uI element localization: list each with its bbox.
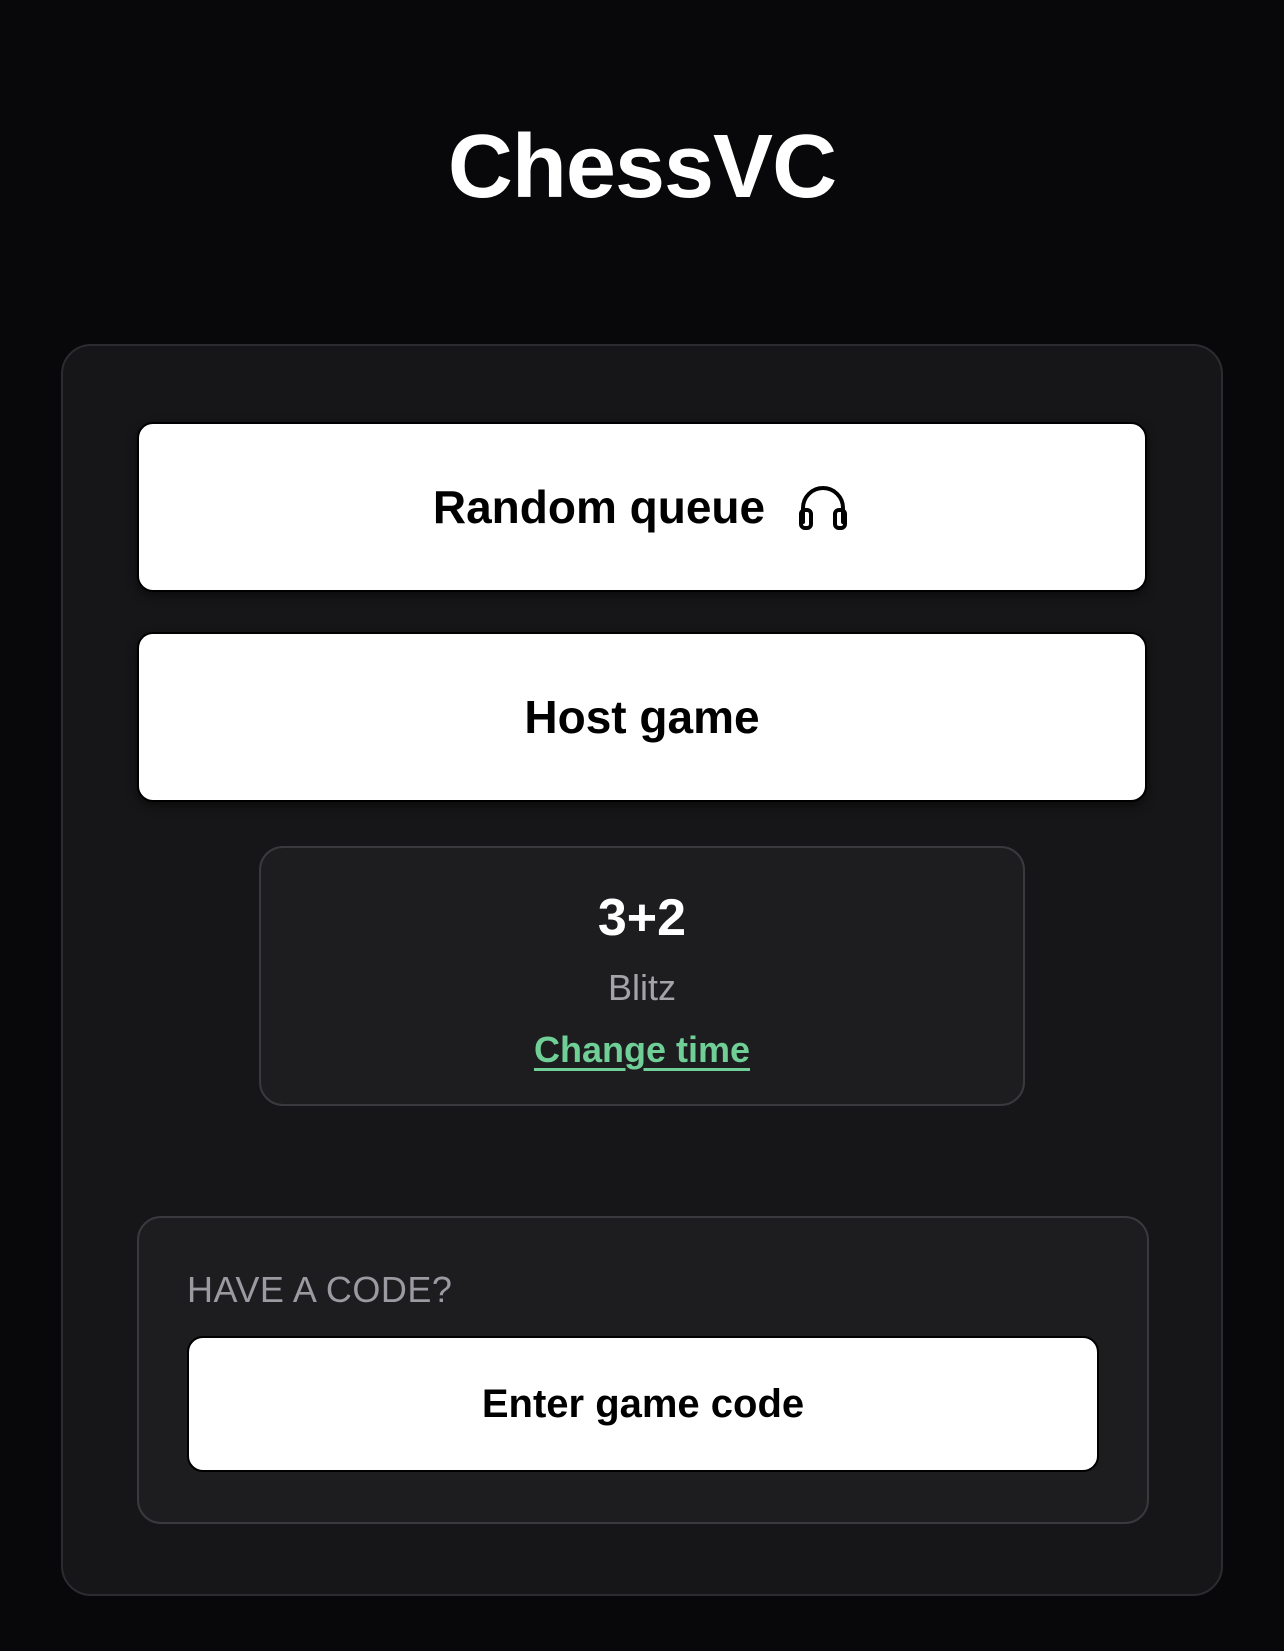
- enter-game-code-button[interactable]: Enter game code: [187, 1336, 1099, 1472]
- random-queue-button[interactable]: Random queue: [137, 422, 1147, 592]
- time-control-value: 3+2: [597, 889, 687, 947]
- time-control-panel: 3+2 Blitz Change time: [259, 846, 1025, 1106]
- join-code-panel: HAVE A CODE? Enter game code: [137, 1216, 1149, 1524]
- change-time-link[interactable]: Change time: [261, 1028, 1023, 1072]
- host-game-button[interactable]: Host game: [137, 632, 1147, 802]
- random-queue-label: Random queue: [432, 481, 766, 533]
- app-title: ChessVC: [447, 117, 837, 217]
- time-control-category: Blitz: [607, 967, 676, 1008]
- main-card: Random queue Host game 3+2 Blitz Change …: [61, 344, 1223, 1596]
- host-game-label: Host game: [524, 691, 760, 743]
- enter-game-code-label: Enter game code: [481, 1381, 805, 1426]
- headphones-icon: [795, 482, 851, 532]
- join-code-label: HAVE A CODE?: [187, 1269, 453, 1310]
